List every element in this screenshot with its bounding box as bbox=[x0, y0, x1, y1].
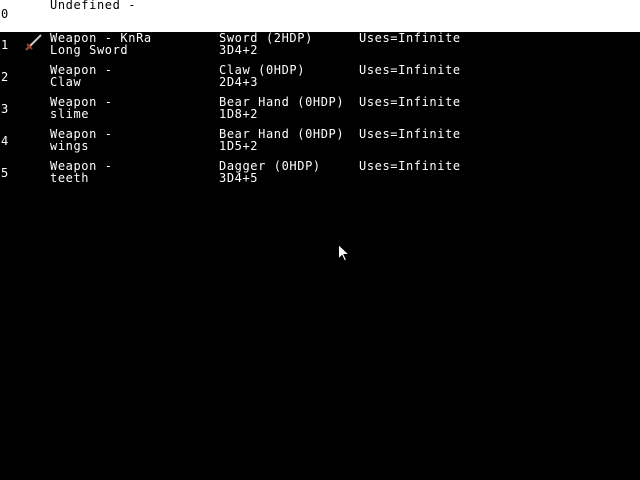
item-index: 2 bbox=[1, 70, 9, 84]
item-uses: Uses=Infinite bbox=[359, 127, 461, 141]
item-name: Long Sword bbox=[50, 43, 129, 57]
item-name: teeth bbox=[50, 171, 90, 185]
item-category: Undefined - bbox=[50, 0, 137, 12]
item-name: Claw bbox=[50, 75, 82, 89]
item-row[interactable]: 5 Weapon - teeth Dagger (0HDP) 3D4+5 Use… bbox=[0, 160, 640, 192]
arrow-cursor-icon bbox=[338, 244, 350, 262]
item-index: 5 bbox=[1, 166, 9, 180]
item-uses: Uses=Infinite bbox=[359, 31, 461, 45]
item-damage: 1D8+2 bbox=[219, 107, 259, 121]
sword-icon bbox=[25, 34, 42, 51]
item-index: 4 bbox=[1, 134, 9, 148]
item-row[interactable]: 3 Weapon - slime Bear Hand (0HDP) 1D8+2 … bbox=[0, 96, 640, 128]
item-row[interactable]: 4 Weapon - wings Bear Hand (0HDP) 1D5+2 … bbox=[0, 128, 640, 160]
item-name: wings bbox=[50, 139, 90, 153]
item-index: 0 bbox=[1, 7, 9, 21]
item-uses: Uses=Infinite bbox=[359, 63, 461, 77]
item-row[interactable]: 1 Weapon - KnRa Long Sword Sword (2HDP) … bbox=[0, 32, 640, 64]
item-damage: 2D4+3 bbox=[219, 75, 259, 89]
item-damage: 3D4+5 bbox=[219, 171, 259, 185]
item-damage: 3D4+2 bbox=[219, 43, 259, 57]
item-damage: 1D5+2 bbox=[219, 139, 259, 153]
item-row-selected[interactable]: 0 Undefined - bbox=[0, 0, 640, 32]
item-index: 3 bbox=[1, 102, 9, 116]
item-uses: Uses=Infinite bbox=[359, 95, 461, 109]
inventory-screen: 0 Undefined - 1 Weapon - KnRa Long Sword… bbox=[0, 0, 640, 480]
item-index: 1 bbox=[1, 38, 9, 52]
item-uses: Uses=Infinite bbox=[359, 159, 461, 173]
item-row[interactable]: 2 Weapon - Claw Claw (0HDP) 2D4+3 Uses=I… bbox=[0, 64, 640, 96]
item-name: slime bbox=[50, 107, 90, 121]
